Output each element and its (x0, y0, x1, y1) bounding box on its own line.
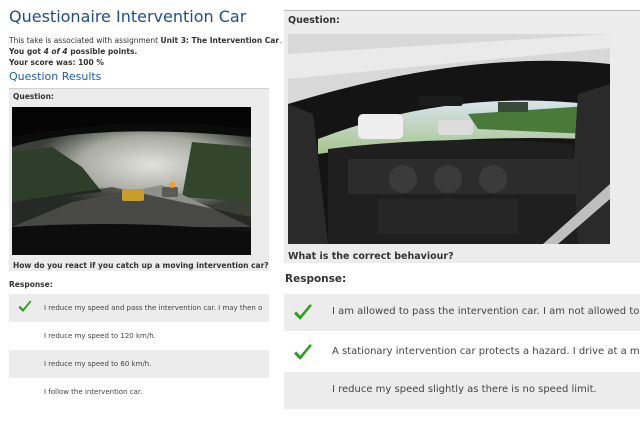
question-image-cockpit (288, 34, 610, 244)
answer-text: I reduce my speed to 60 km/h. (44, 360, 152, 368)
right-panel: Question: What is the correct behaviour?… (284, 10, 640, 427)
question-box-left: Question: How do you react if you catch … (9, 88, 269, 271)
answer-text: I reduce my speed slightly as there is n… (332, 384, 597, 395)
response-label: Response: (285, 273, 347, 285)
points-value: 4 of 4 (43, 47, 68, 56)
answer-text: I am allowed to pass the intervention ca… (332, 306, 640, 317)
answer-option: I reduce my speed to 120 km/h. (9, 322, 269, 350)
points-info: You got 4 of 4 possible points. (9, 47, 138, 56)
answer-option: I reduce my speed slightly as there is n… (284, 372, 640, 409)
response-label: Response: (9, 280, 53, 289)
checkmark-icon (294, 344, 312, 360)
question-text: How do you react if you catch up a movin… (13, 261, 269, 270)
answer-option: A stationary intervention car protects a… (284, 334, 640, 371)
answer-text: I reduce my speed to 120 km/h. (44, 332, 156, 340)
answer-option: I follow the intervention car. (9, 378, 269, 406)
answer-option: I reduce my speed and pass the intervent… (9, 294, 269, 322)
assignment-name: Unit 3: The Intervention Car (160, 36, 280, 45)
answer-option: I am allowed to pass the intervention ca… (284, 294, 640, 331)
question-text: What is the correct behaviour? (288, 251, 454, 262)
answer-text: I follow the intervention car. (44, 388, 143, 396)
answer-option: I reduce my speed to 60 km/h. (9, 350, 269, 378)
checkmark-icon (18, 300, 32, 312)
page-title: Questionaire Intervention Car (9, 7, 247, 26)
question-results-link[interactable]: Question Results (9, 70, 101, 83)
answer-text: A stationary intervention car protects a… (332, 346, 640, 357)
answer-text: I reduce my speed and pass the intervent… (44, 304, 263, 312)
question-label: Question: (288, 15, 340, 26)
score-info: Your score was: 100 % (9, 58, 104, 67)
checkmark-icon (294, 304, 312, 320)
left-panel: Questionaire Intervention Car This take … (0, 0, 281, 427)
question-image-foggy-road (12, 107, 251, 255)
question-box-right: Question: What is the correct behaviour? (284, 10, 640, 263)
question-label: Question: (13, 92, 54, 101)
assignment-info: This take is associated with assignment … (9, 36, 282, 45)
